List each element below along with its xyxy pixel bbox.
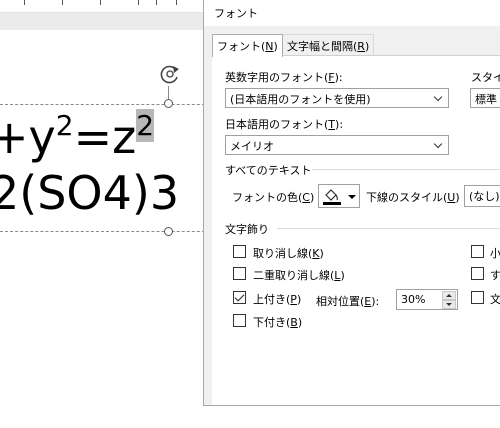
all-caps-label[interactable]: す	[490, 267, 500, 283]
ruler-tick	[62, 0, 63, 5]
paint-bucket-icon	[325, 189, 338, 201]
equation-text: +y	[0, 110, 56, 164]
double-strikethrough-label[interactable]: 二重取り消し線(L)	[253, 267, 345, 283]
small-caps-checkbox[interactable]	[471, 245, 484, 258]
tab-font[interactable]: フォント(N)	[212, 34, 283, 57]
japanese-font-value: メイリオ	[230, 140, 274, 153]
tab-label: 文字幅と間隔(	[287, 40, 358, 53]
equalize-height-checkbox[interactable]	[471, 291, 484, 304]
slide-canvas[interactable]: +y2=z2 2(SO4)3	[0, 30, 205, 428]
style-value: 標準	[475, 93, 497, 106]
latin-font-select[interactable]: (日本語用のフォントを使用)	[225, 88, 449, 108]
strikethrough-checkbox[interactable]	[233, 245, 246, 258]
font-color-label: フォントの色(C)	[232, 191, 315, 204]
underline-style-select[interactable]: (なし)	[464, 185, 500, 207]
chevron-down-icon	[430, 89, 448, 107]
resize-handle-bottom[interactable]	[164, 227, 173, 236]
all-caps-checkbox[interactable]	[471, 267, 484, 280]
dialog-title: フォント	[214, 7, 258, 20]
equation-line-1[interactable]: +y2=z2	[0, 109, 155, 164]
underline-style-label: 下線のスタイル(U)	[366, 191, 460, 204]
offset-label: 相対位置(E):	[316, 295, 380, 308]
strikethrough-label[interactable]: 取り消し線(K)	[253, 245, 324, 261]
ruler-tick	[176, 0, 177, 5]
spin-up-icon[interactable]	[442, 291, 456, 300]
ruler-tick	[156, 0, 157, 5]
tab-label-suffix: )	[273, 40, 278, 53]
underline-style-value: (なし)	[469, 190, 500, 203]
tab-panel-font: 英数字用のフォント(F): スタイル (日本語用のフォントを使用) 標準 日本語…	[212, 55, 500, 405]
caret-down-icon	[348, 195, 356, 199]
equation-text: =z	[73, 110, 137, 164]
selected-superscript: 2	[136, 109, 155, 142]
chevron-down-icon	[430, 136, 448, 154]
font-color-swatch	[323, 202, 341, 205]
dialog-titlebar[interactable]: フォント	[204, 0, 500, 26]
effects-section-title: 文字飾り	[225, 223, 269, 236]
tab-accesskey: N	[265, 40, 274, 53]
font-color-button[interactable]	[318, 184, 360, 208]
section-divider	[312, 169, 500, 170]
resize-handle-top[interactable]	[164, 99, 173, 108]
ruler-tick	[24, 0, 25, 5]
tab-accesskey: R	[357, 40, 365, 53]
latin-font-value: (日本語用のフォントを使用)	[230, 93, 371, 106]
all-text-section-title: すべてのテキスト	[225, 164, 312, 177]
ruler-tick	[100, 0, 101, 5]
double-strikethrough-checkbox[interactable]	[233, 267, 246, 280]
equalize-height-label[interactable]: 文	[490, 291, 500, 307]
rotate-handle-icon[interactable]	[158, 62, 182, 86]
style-label: スタイル	[471, 71, 500, 84]
japanese-font-label: 日本語用のフォント(T):	[225, 118, 344, 131]
canvas-background	[0, 13, 205, 30]
tab-label-suffix: )	[364, 40, 370, 53]
section-divider	[277, 228, 500, 229]
tab-spacing[interactable]: 文字幅と間隔(R)	[282, 34, 375, 56]
subscript-checkbox[interactable]	[233, 314, 246, 327]
equation-line-2[interactable]: 2(SO4)3	[0, 166, 179, 220]
subscript-label[interactable]: 下付き(B)	[253, 314, 302, 330]
horizontal-ruler	[0, 0, 205, 13]
ruler-tick	[138, 0, 139, 5]
tab-label: フォント(	[217, 40, 266, 53]
superscript: 2	[55, 109, 74, 142]
small-caps-label[interactable]: 小	[490, 245, 500, 261]
superscript-checkbox[interactable]	[233, 291, 246, 304]
offset-value: 30%	[401, 293, 426, 306]
latin-font-label: 英数字用のフォント(F):	[225, 71, 343, 84]
style-select[interactable]: 標準	[470, 88, 500, 108]
japanese-font-select[interactable]: メイリオ	[225, 135, 449, 155]
spin-down-icon[interactable]	[442, 300, 456, 309]
font-dialog: フォント フォント(N) 文字幅と間隔(R) 英数字用のフォント(F): スタイ…	[203, 0, 500, 406]
offset-spinbox[interactable]: 30%	[396, 289, 458, 310]
superscript-label[interactable]: 上付き(P)	[253, 291, 301, 307]
